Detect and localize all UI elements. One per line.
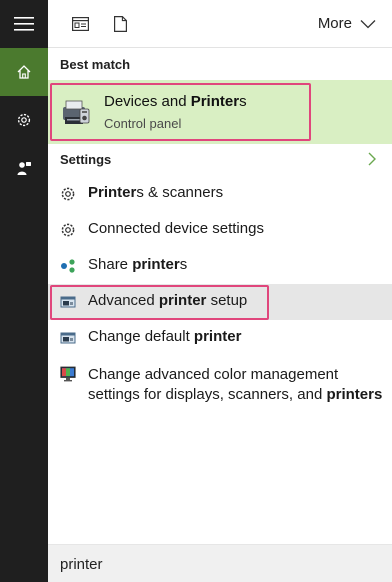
settings-heading: Settings bbox=[60, 152, 112, 167]
result-label-line2: settings for displays, scanners, and pri… bbox=[88, 386, 383, 403]
search-input[interactable] bbox=[60, 553, 380, 575]
person-feedback-icon bbox=[17, 162, 31, 175]
settings-expand-button[interactable] bbox=[368, 152, 376, 171]
chevron-right-icon bbox=[368, 152, 376, 166]
home-icon bbox=[17, 65, 31, 79]
gear-icon bbox=[60, 186, 76, 202]
result-connected-device-settings[interactable]: Connected device settings bbox=[48, 212, 392, 248]
left-rail bbox=[0, 0, 48, 582]
gear-icon bbox=[17, 113, 31, 127]
document-icon bbox=[113, 16, 127, 32]
result-label: Connected device settings bbox=[88, 220, 264, 237]
more-label: More bbox=[317, 15, 352, 32]
result-label: Change default printer bbox=[88, 328, 242, 345]
result-label-line1: Change advanced color management bbox=[88, 366, 339, 383]
result-change-default-printer[interactable]: Change default printer bbox=[48, 320, 392, 356]
devices-printers-icon bbox=[60, 97, 92, 132]
result-label: Share printers bbox=[88, 256, 188, 273]
result-color-management[interactable]: Change advanced color management setting… bbox=[48, 360, 392, 408]
apps-filter-button[interactable] bbox=[70, 14, 90, 34]
share-network-icon bbox=[60, 258, 76, 274]
hamburger-menu-button[interactable] bbox=[0, 0, 48, 48]
best-match-heading: Best match bbox=[60, 57, 131, 72]
home-button[interactable] bbox=[0, 48, 48, 96]
window-list-icon bbox=[71, 17, 89, 31]
best-match-title: Devices and Printers bbox=[104, 93, 247, 110]
result-printers-scanners[interactable]: Printers & scanners bbox=[48, 176, 392, 212]
documents-filter-button[interactable] bbox=[110, 14, 130, 34]
settings-button[interactable] bbox=[0, 96, 48, 144]
hamburger-icon bbox=[14, 17, 34, 31]
printer-settings-icon bbox=[60, 330, 76, 346]
feedback-button[interactable] bbox=[0, 144, 48, 192]
monitor-color-icon bbox=[60, 366, 76, 387]
result-share-printers[interactable]: Share printers bbox=[48, 248, 392, 284]
result-label: Printers & scanners bbox=[88, 184, 224, 201]
top-bar: More bbox=[48, 0, 392, 48]
advanced-printer-setup-highlight-outline bbox=[50, 285, 269, 320]
chevron-down-icon bbox=[360, 19, 376, 28]
more-dropdown[interactable]: More bbox=[318, 15, 376, 32]
search-bar bbox=[48, 544, 392, 582]
gear-icon bbox=[60, 222, 76, 238]
best-match-subtitle: Control panel bbox=[104, 116, 182, 131]
